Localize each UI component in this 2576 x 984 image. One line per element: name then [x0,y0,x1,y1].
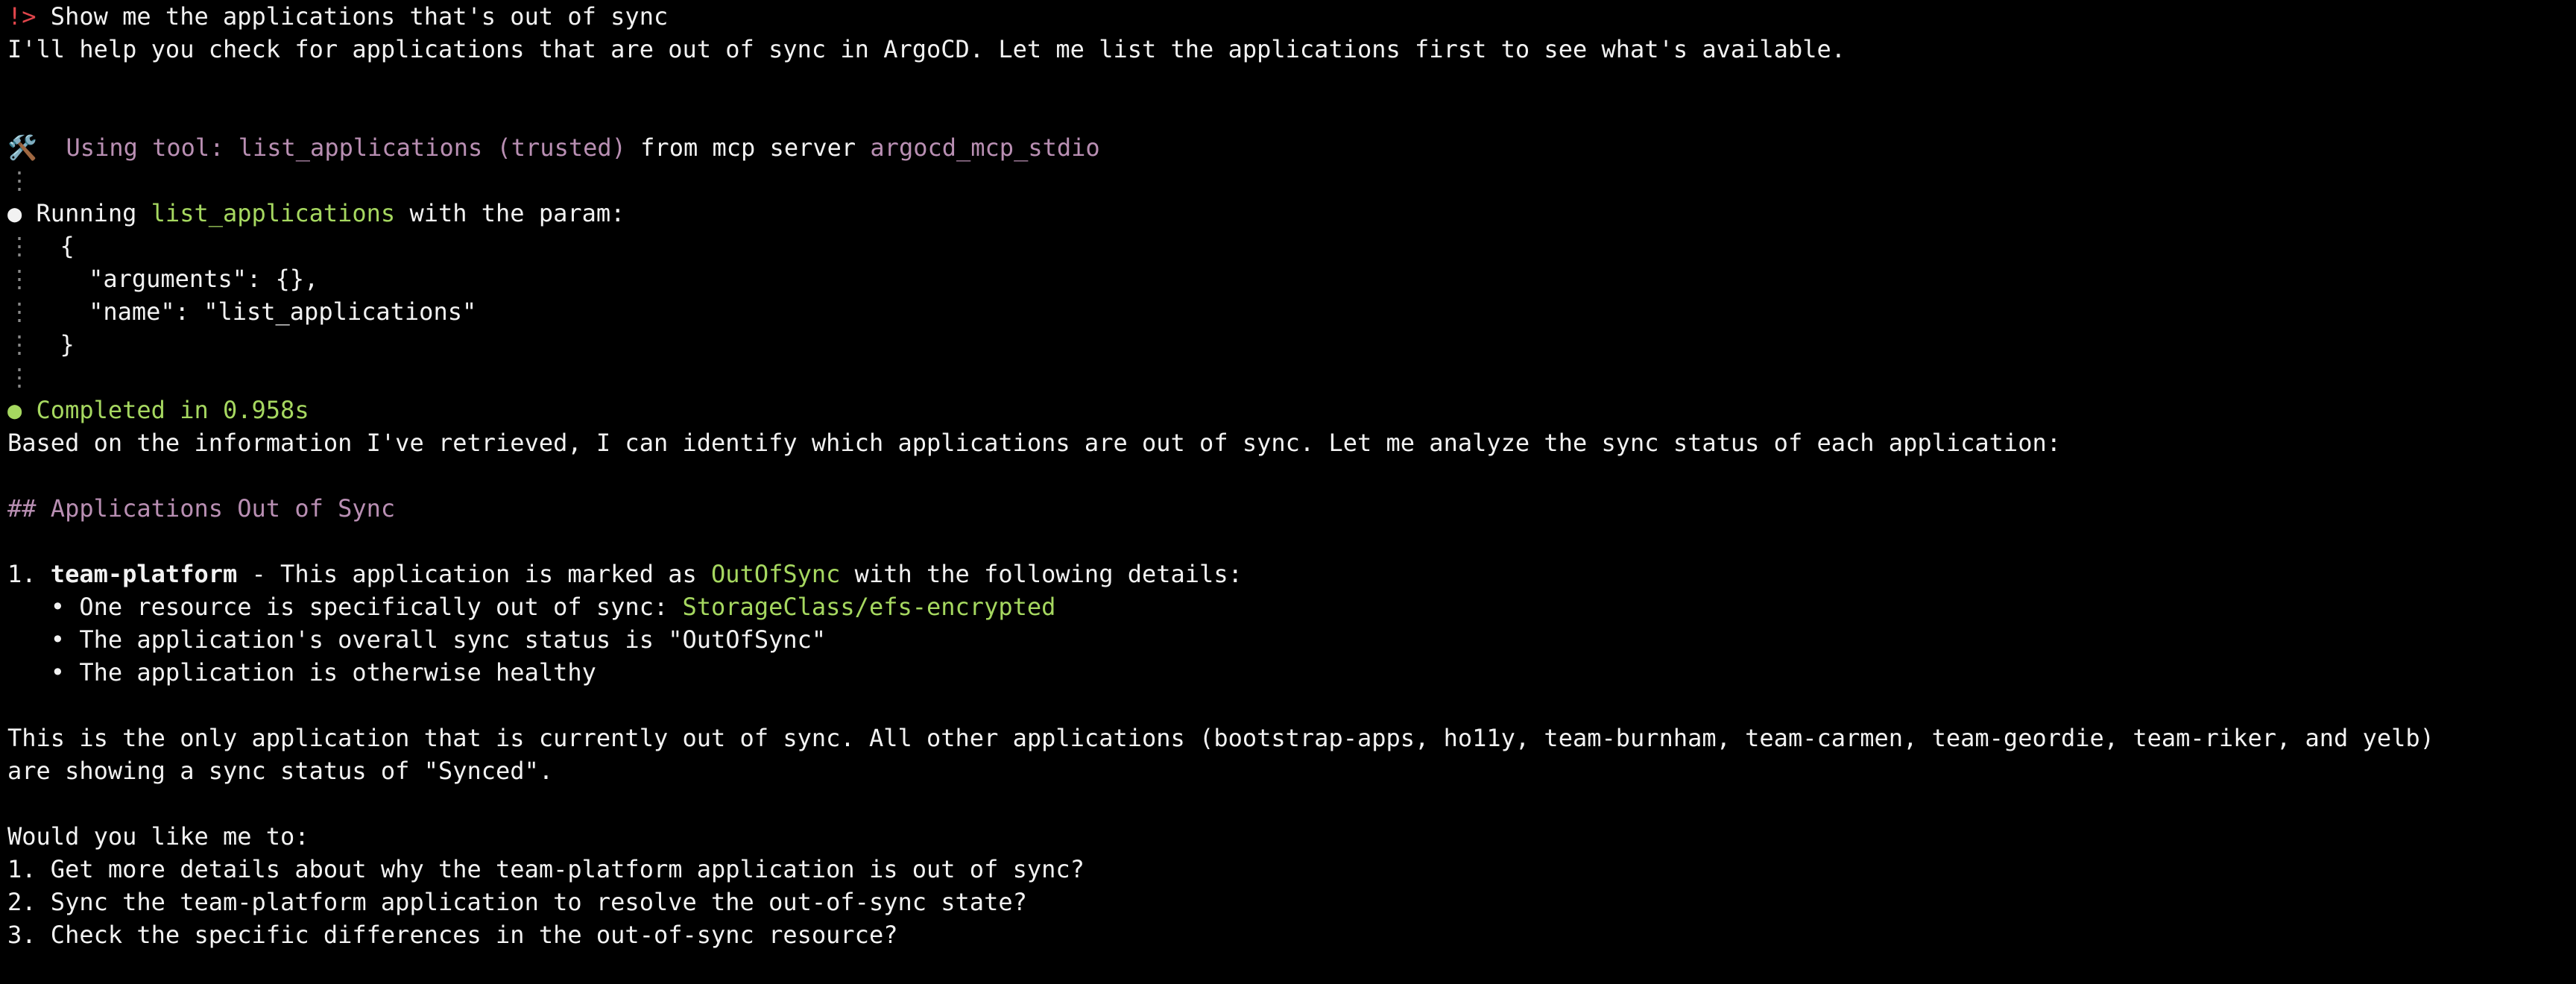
gutter-dots-icon: ⋮ [7,265,31,293]
running-post: with the param: [395,199,625,227]
params-name-line: ⋮ "name": "list_applications" [7,295,2576,328]
hammer-wrench-icon: 🛠️ [7,131,37,164]
gutter-line: ⋮ [7,164,2576,197]
bullet-icon: ● [7,199,22,227]
gutter-dots-icon: ⋮ [7,166,31,195]
followup-option: 3. Check the specific differences in the… [7,918,2576,951]
item-mid: - This application is marked as [237,560,711,588]
params-open: { [60,232,75,260]
resource-name: StorageClass/efs-encrypted [682,593,1055,621]
item-number: 1. [7,560,51,588]
tool-use-prefix: Using tool: list_applications (trusted) [37,133,626,162]
completed-line: ● Completed in 0.958s [7,394,2576,426]
params-open-line: ⋮ { [7,230,2576,262]
gutter-line: ⋮ [7,361,2576,394]
params-arguments-line: ⋮ "arguments": {}, [7,262,2576,295]
gutter-dots-icon: ⋮ [7,297,31,326]
blank-line [7,689,2576,722]
followup-option: 1. Get more details about why the team-p… [7,853,2576,886]
completed-text: Completed in 0.958s [22,396,309,424]
detail-item: • One resource is specifically out of sy… [7,590,2576,623]
prompt-marker: !> [7,2,37,31]
analysis-text: Based on the information I've retrieved,… [7,426,2576,459]
sync-status: OutOfSync [711,560,840,588]
gutter-dots-icon: ⋮ [7,232,31,260]
detail-item: • The application's overall sync status … [7,623,2576,656]
section-heading: ## Applications Out of Sync [7,492,2576,525]
terminal-output: !> Show me the applications that's out o… [7,0,2576,951]
summary-line: are showing a sync status of "Synced". [7,754,2576,787]
item-post: with the following details: [840,560,1242,588]
intro-text: I'll help you check for applications tha… [7,33,2576,66]
blank-line [7,525,2576,558]
gutter-dots-icon: ⋮ [7,363,31,391]
detail-item: • The application is otherwise healthy [7,656,2576,689]
running-tool-name: list_applications [151,199,396,227]
prompt-text: Show me the applications that's out of s… [37,2,669,31]
blank-line [7,98,2576,131]
blank-line [7,459,2576,492]
blank-line [7,787,2576,820]
tool-use-from: from mcp server [626,133,871,162]
detail-text: • One resource is specifically out of sy… [7,593,682,621]
tool-use-line: 🛠️ Using tool: list_applications (truste… [7,131,2576,164]
params-close: } [60,330,75,359]
blank-line [7,66,2576,98]
running-pre: Running [22,199,151,227]
app-name: team-platform [51,560,237,588]
params-close-line: ⋮ } [7,328,2576,361]
running-line: ● Running list_applications with the par… [7,197,2576,230]
params-name: "name": "list_applications" [60,297,477,326]
prompt-line: !> Show me the applications that's out o… [7,0,2576,33]
summary-line: This is the only application that is cur… [7,722,2576,754]
list-item: 1. team-platform - This application is m… [7,558,2576,590]
params-arguments: "arguments": {}, [60,265,319,293]
followup-question: Would you like me to: [7,820,2576,853]
completed-bullet-icon: ● [7,396,22,424]
mcp-server-name: argocd_mcp_stdio [870,133,1099,162]
gutter-dots-icon: ⋮ [7,330,31,359]
followup-option: 2. Sync the team-platform application to… [7,886,2576,918]
